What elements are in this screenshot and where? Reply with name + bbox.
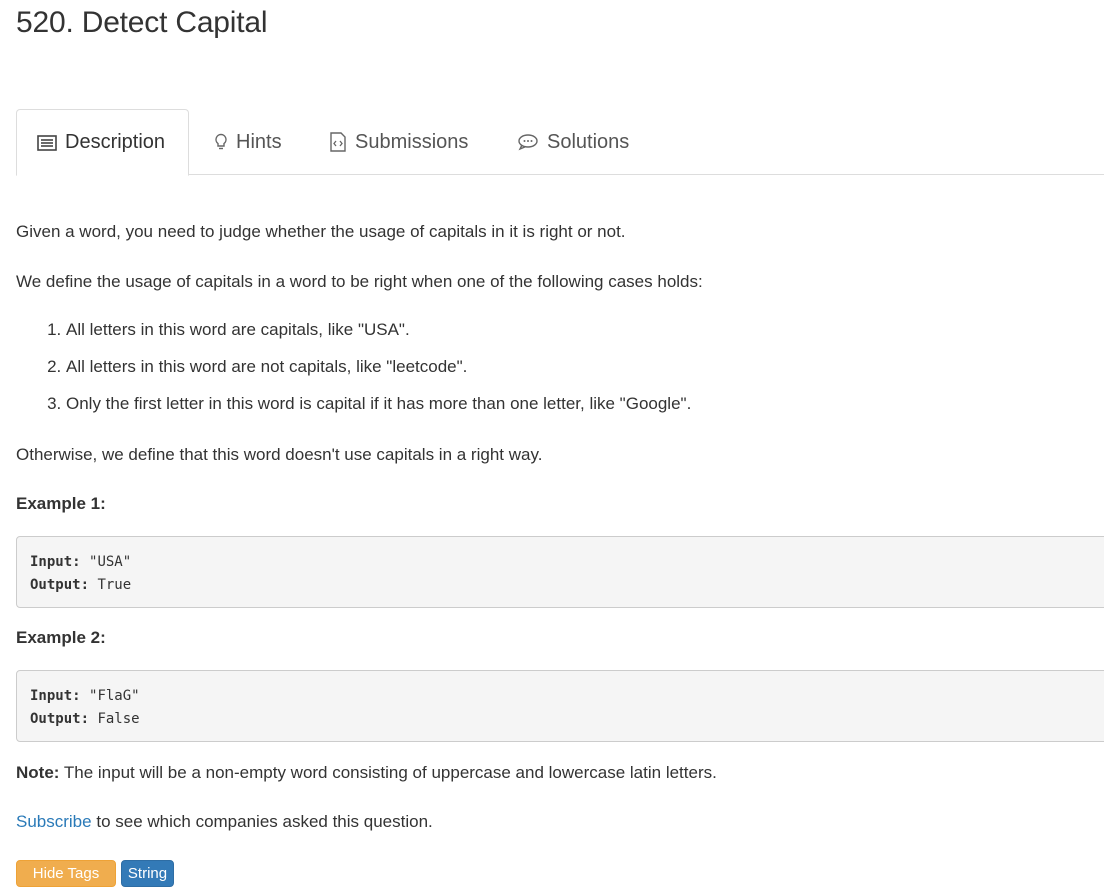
- tab-solutions[interactable]: Solutions: [517, 109, 629, 175]
- subscribe-paragraph: Subscribe to see which companies asked t…: [16, 812, 433, 832]
- note-label: Note:: [16, 763, 60, 782]
- tab-description[interactable]: Description: [16, 109, 189, 176]
- problem-page: 520. Detect Capital Description Hints Su…: [0, 0, 1104, 896]
- definition-text: We define the usage of capitals in a wor…: [16, 272, 703, 291]
- input-value: "USA": [89, 554, 132, 570]
- tab-hints[interactable]: Hints: [214, 109, 282, 175]
- example-1-code-block: Input: "USA" Output: True: [16, 536, 1104, 608]
- otherwise-text: Otherwise, we define that this word does…: [16, 445, 543, 464]
- code-file-icon: [329, 132, 347, 152]
- hide-tags-button[interactable]: Hide Tags: [16, 860, 116, 887]
- subscribe-link[interactable]: Subscribe: [16, 812, 92, 831]
- output-value: False: [97, 711, 140, 727]
- example-2-heading: Example 2:: [16, 628, 106, 647]
- tag-string-button[interactable]: String: [121, 860, 174, 887]
- tab-submissions-label: Submissions: [355, 130, 469, 153]
- tab-hints-label: Hints: [236, 130, 282, 153]
- lightbulb-icon: [214, 133, 228, 151]
- output-value: True: [97, 577, 132, 593]
- list-icon: [37, 134, 57, 151]
- subscribe-text: to see which companies asked this questi…: [96, 812, 433, 831]
- output-label: Output:: [30, 711, 90, 727]
- list-item: All letters in this word are capitals, l…: [66, 320, 691, 357]
- note-paragraph: Note: The input will be a non-empty word…: [16, 763, 717, 783]
- note-text: The input will be a non-empty word consi…: [63, 763, 717, 782]
- cases-list: All letters in this word are capitals, l…: [16, 320, 691, 431]
- tab-solutions-label: Solutions: [547, 130, 630, 153]
- page-title: 520. Detect Capital: [16, 6, 268, 39]
- tab-bar: Description Hints Submissions Solutions: [16, 109, 1104, 176]
- output-label: Output:: [30, 577, 90, 593]
- chat-bubble-icon: [517, 133, 539, 151]
- tab-submissions[interactable]: Submissions: [329, 109, 468, 175]
- list-item: All letters in this word are not capital…: [66, 357, 691, 394]
- input-label: Input:: [30, 554, 81, 570]
- input-label: Input:: [30, 688, 81, 704]
- list-item: Only the first letter in this word is ca…: [66, 394, 691, 431]
- intro-text: Given a word, you need to judge whether …: [16, 222, 626, 241]
- input-value: "FlaG": [89, 688, 140, 704]
- tab-description-label: Description: [65, 131, 166, 153]
- example-2-code-block: Input: "FlaG" Output: False: [16, 670, 1104, 742]
- example-1-heading: Example 1:: [16, 494, 106, 513]
